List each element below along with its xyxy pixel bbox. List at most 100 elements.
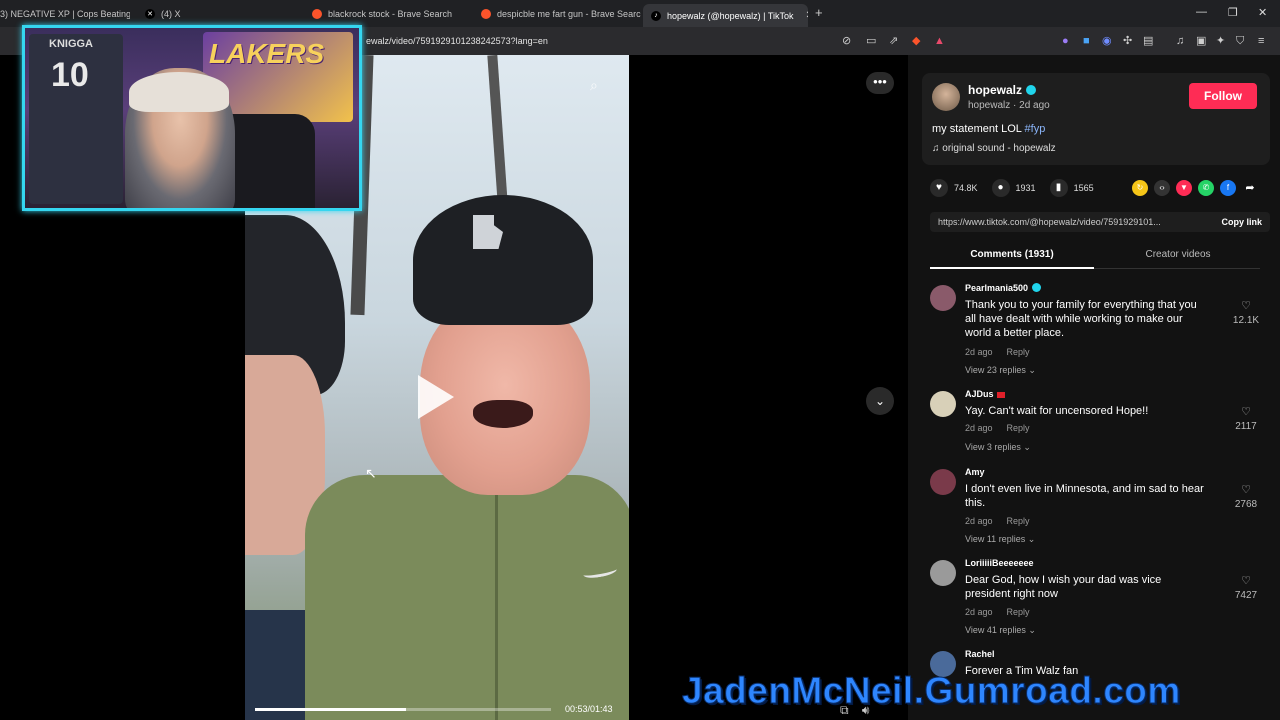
view-replies-button[interactable]: View 11 replies ⌄ bbox=[965, 534, 1035, 545]
facebook-icon[interactable]: f bbox=[1220, 180, 1236, 196]
menu-icon[interactable]: ≡ bbox=[1258, 34, 1264, 48]
tab-creator-videos[interactable]: Creator videos bbox=[1096, 249, 1260, 260]
author-name[interactable]: hopewalz bbox=[968, 83, 1037, 97]
reply-button[interactable]: Reply bbox=[1007, 423, 1030, 433]
comment-username[interactable]: Pearlmania500 bbox=[965, 283, 1042, 293]
sidebar-icon[interactable]: ▤ bbox=[1143, 34, 1153, 48]
comment-like-count: 7427 bbox=[1234, 590, 1258, 601]
address-bar[interactable]: ewalz/video/7591929101238242573?lang=en bbox=[366, 36, 548, 46]
search-icon[interactable]: ⌕ bbox=[590, 77, 598, 94]
avatar[interactable] bbox=[930, 469, 956, 495]
minimize-button[interactable]: — bbox=[1196, 6, 1207, 18]
video-link[interactable]: https://www.tiktok.com/@hopewalz/video/7… bbox=[938, 217, 1188, 227]
comment-text: I don't even live in Minnesota, and im s… bbox=[965, 483, 1204, 509]
brave-shield-icon[interactable]: ◆ bbox=[912, 34, 920, 48]
share-page-icon[interactable]: ⇗ bbox=[889, 34, 898, 48]
music-icon[interactable]: ♫ bbox=[1176, 34, 1184, 48]
copy-link-row: https://www.tiktok.com/@hopewalz/video/7… bbox=[930, 212, 1270, 232]
new-tab-button[interactable]: + bbox=[815, 5, 823, 20]
follow-button[interactable]: Follow bbox=[1189, 83, 1257, 109]
wallet-icon[interactable]: ▣ bbox=[1196, 34, 1206, 48]
music-note-icon: ♫ bbox=[932, 143, 940, 154]
browser-tab[interactable]: ✕ (4) X bbox=[145, 4, 255, 24]
comment-like-button[interactable]: ♡ 12.1K bbox=[1226, 299, 1266, 326]
reply-button[interactable]: Reply bbox=[1007, 347, 1030, 357]
tab-title: blackrock stock - Brave Search bbox=[328, 9, 453, 19]
vpn-icon[interactable]: ⛉ bbox=[1236, 34, 1244, 48]
reply-button[interactable]: Reply bbox=[1007, 516, 1030, 526]
send-icon[interactable]: ▼ bbox=[1176, 180, 1192, 196]
share-options: ↻ ‹› ▼ ✆ f ➦ bbox=[1132, 180, 1264, 196]
restore-button[interactable]: ❐ bbox=[1228, 6, 1238, 19]
video-progress-fill bbox=[255, 708, 406, 711]
comment-meta: 2d ago Reply bbox=[965, 423, 1030, 433]
browser-tab[interactable]: blackrock stock - Brave Search bbox=[312, 4, 467, 24]
sound-link[interactable]: ♫ original sound - hopewalz bbox=[932, 143, 1056, 154]
comment-username[interactable]: Rachel bbox=[965, 649, 995, 659]
comment-username[interactable]: LoriiiiiBeeeeeee bbox=[965, 558, 1034, 568]
video-person-mouth bbox=[473, 400, 533, 428]
like-button[interactable]: ♥ 74.8K bbox=[930, 179, 978, 197]
video-progress-bar[interactable] bbox=[255, 708, 551, 711]
close-window-button[interactable]: ✕ bbox=[1258, 6, 1267, 19]
brave-rewards-icon[interactable]: ▲ bbox=[934, 34, 945, 48]
play-icon[interactable] bbox=[418, 375, 454, 419]
browser-tab[interactable]: 3) NEGATIVE XP | Cops Beating D bbox=[0, 4, 130, 24]
hashtag-link[interactable]: #fyp bbox=[1025, 123, 1046, 135]
tab-comments[interactable]: Comments (1931) bbox=[930, 249, 1094, 260]
comment-like-button[interactable]: ♡ 2117 bbox=[1226, 405, 1266, 432]
tab-title: (4) X bbox=[161, 9, 181, 19]
copy-link-button[interactable]: Copy link bbox=[1221, 217, 1262, 227]
extension-icon[interactable]: ● bbox=[1062, 34, 1069, 48]
avatar[interactable] bbox=[932, 83, 960, 111]
comment-button[interactable]: ● 1931 bbox=[991, 179, 1036, 197]
chevron-down-icon: ⌄ bbox=[1023, 442, 1031, 452]
avatar[interactable] bbox=[930, 560, 956, 586]
extension-icon[interactable]: ■ bbox=[1083, 34, 1090, 48]
comment-meta: 2d ago Reply bbox=[965, 607, 1030, 617]
comment-like-button[interactable]: ♡ 7427 bbox=[1226, 574, 1266, 601]
comment-like-button[interactable]: ♡ 2768 bbox=[1226, 483, 1266, 510]
comment-like-count: 12.1K bbox=[1232, 315, 1260, 326]
view-replies-button[interactable]: View 3 replies ⌄ bbox=[965, 442, 1031, 453]
comment-username[interactable]: Amy bbox=[965, 467, 985, 477]
cast-icon[interactable]: ▭ bbox=[866, 34, 876, 48]
comment-time: 2d ago bbox=[965, 423, 993, 433]
no-tracking-icon[interactable]: ⊘ bbox=[842, 34, 851, 48]
browser-tab-active[interactable]: ♪ hopewalz (@hopewalz) | TikTok ✕ bbox=[643, 4, 808, 27]
caption-text: my statement LOL bbox=[932, 123, 1025, 135]
share-arrow-icon[interactable]: ➦ bbox=[1242, 180, 1258, 196]
repost-icon[interactable]: ↻ bbox=[1132, 180, 1148, 196]
avatar[interactable] bbox=[930, 391, 956, 417]
heart-outline-icon: ♡ bbox=[1241, 300, 1251, 312]
view-replies-button[interactable]: View 23 replies ⌄ bbox=[965, 365, 1036, 376]
author-name-text: hopewalz bbox=[968, 83, 1023, 97]
comment-time: 2d ago bbox=[965, 607, 993, 617]
view-replies-text: View 3 replies bbox=[965, 442, 1021, 452]
comment-username-text: AJDus bbox=[965, 389, 994, 399]
avatar[interactable] bbox=[930, 285, 956, 311]
embed-icon[interactable]: ‹› bbox=[1154, 180, 1170, 196]
reply-button[interactable]: Reply bbox=[1007, 607, 1030, 617]
extensions-puzzle-icon[interactable]: ✣ bbox=[1123, 34, 1132, 48]
bookmark-icon: ▮ bbox=[1049, 179, 1068, 197]
next-video-button[interactable]: ⌄ bbox=[866, 387, 894, 415]
video-person-jacket bbox=[305, 475, 629, 720]
extension-icon[interactable]: ◉ bbox=[1102, 34, 1112, 48]
sound-name: original sound - hopewalz bbox=[942, 143, 1056, 154]
comment-username[interactable]: AJDus bbox=[965, 389, 1005, 399]
view-replies-button[interactable]: View 41 replies ⌄ bbox=[965, 625, 1036, 636]
video-time: 00:53/01:43 bbox=[565, 704, 613, 714]
close-tab-icon[interactable]: ✕ bbox=[806, 10, 808, 21]
view-replies-text: View 23 replies bbox=[965, 365, 1026, 375]
whatsapp-icon[interactable]: ✆ bbox=[1198, 180, 1214, 196]
more-options-button[interactable]: ••• bbox=[866, 72, 894, 94]
video-detail-panel: hopewalz hopewalz · 2d ago Follow my sta… bbox=[908, 55, 1280, 720]
tiktok-icon: ♪ bbox=[651, 10, 661, 21]
tab-title: despicble me fart gun - Brave Search bbox=[497, 9, 641, 19]
browser-tab[interactable]: despicble me fart gun - Brave Search bbox=[481, 4, 641, 24]
leo-ai-icon[interactable]: ✦ bbox=[1216, 34, 1225, 48]
save-button[interactable]: ▮ 1565 bbox=[1049, 179, 1094, 197]
view-replies-text: View 41 replies bbox=[965, 625, 1026, 635]
video-jacket-zipper bbox=[495, 485, 498, 720]
